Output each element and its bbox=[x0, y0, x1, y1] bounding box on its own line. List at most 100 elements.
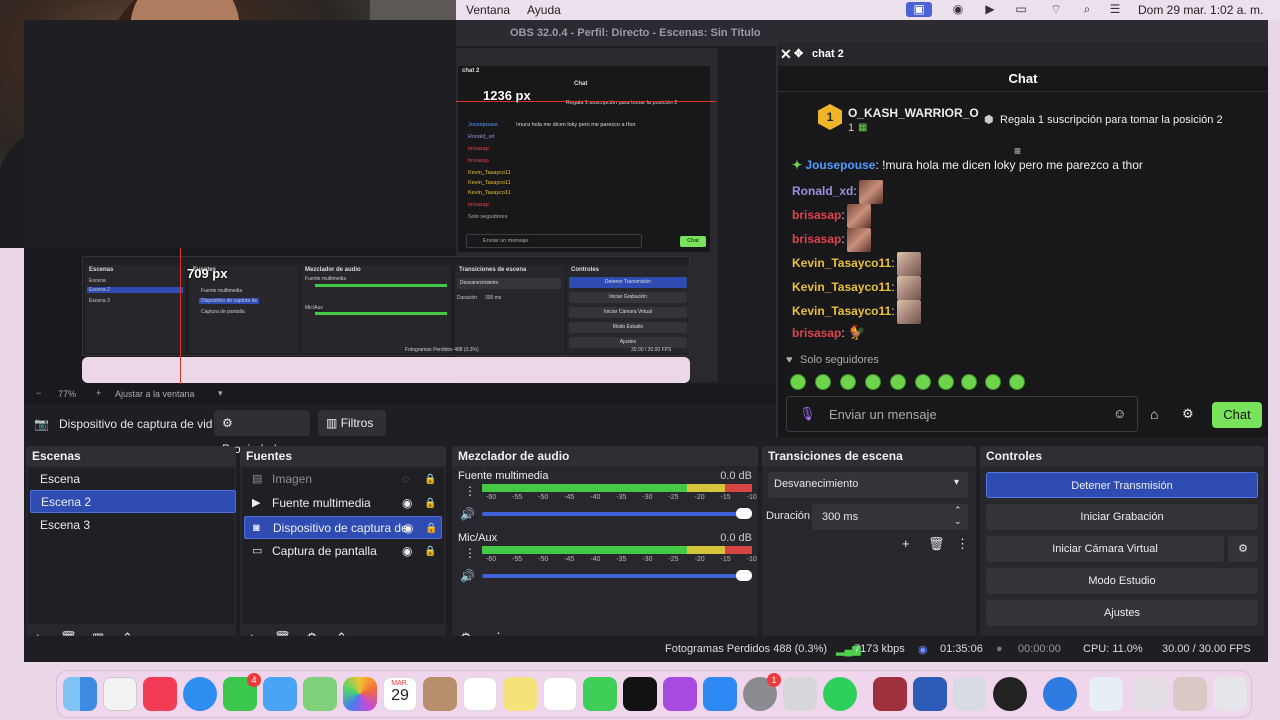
speaker-icon[interactable]: 🔊 bbox=[460, 507, 475, 521]
notes-icon[interactable] bbox=[503, 677, 537, 711]
finder-icon[interactable] bbox=[63, 677, 97, 711]
lock-icon[interactable]: 🔒 bbox=[424, 540, 436, 563]
screen-share-icon[interactable]: ▣ bbox=[906, 2, 932, 17]
battery-icon[interactable]: ▭ bbox=[1012, 2, 1030, 17]
podcasts-icon[interactable] bbox=[663, 677, 697, 711]
calendar-icon[interactable]: MAR. 29 bbox=[383, 677, 417, 711]
stepper-up-icon[interactable]: ⌃ bbox=[954, 505, 962, 516]
obs-icon[interactable] bbox=[993, 677, 1027, 711]
volume-slider[interactable] bbox=[482, 512, 750, 516]
transition-select[interactable]: Desvanecimiento ▾ bbox=[768, 472, 968, 498]
source-item-capture-device[interactable]: ◙ Dispositivo de captura de ◉ 🔒 bbox=[244, 516, 442, 539]
more-icon[interactable]: ⋮ bbox=[956, 536, 969, 552]
eye-hidden-icon[interactable]: ◌ bbox=[402, 468, 409, 491]
top-gifter-name[interactable]: O_KASH_WARRIOR_O bbox=[848, 106, 979, 120]
fit-window-label[interactable]: Ajustar a la ventana bbox=[115, 389, 195, 399]
volume-slider-knob[interactable] bbox=[736, 570, 752, 581]
menu-ventana[interactable]: Ventana bbox=[466, 3, 510, 17]
volume-slider-knob[interactable] bbox=[736, 508, 752, 519]
chat-username[interactable]: Kevin_Tasayco11 bbox=[792, 280, 891, 294]
virtual-camera-settings-button[interactable]: ⚙ bbox=[1228, 536, 1258, 562]
start-recording-button[interactable]: Iniciar Grabación bbox=[986, 504, 1258, 530]
facetime-icon[interactable] bbox=[583, 677, 617, 711]
lock-icon[interactable]: 🔒 bbox=[424, 468, 436, 491]
eye-icon[interactable]: ◉ bbox=[402, 540, 412, 563]
properties-button[interactable]: ⚙ Propiedades bbox=[214, 410, 310, 456]
zoom-in-icon[interactable]: + bbox=[96, 388, 101, 398]
menubar-datetime[interactable]: Dom 29 mar. 1:02 a. m. bbox=[1138, 3, 1263, 17]
start-virtual-camera-button[interactable]: Iniciar Cámara Virtual bbox=[986, 536, 1224, 562]
whatsapp-icon[interactable] bbox=[823, 677, 857, 711]
speaker-icon[interactable]: 🔊 bbox=[460, 569, 475, 583]
downloads-stack-icon[interactable] bbox=[1133, 677, 1167, 711]
wifi-icon[interactable]: ⌔ bbox=[1047, 2, 1065, 17]
word-icon[interactable] bbox=[913, 677, 947, 711]
scene-item[interactable]: Escena bbox=[30, 468, 236, 491]
trash-icon[interactable]: 🗑 bbox=[928, 536, 945, 552]
eye-icon[interactable]: ◉ bbox=[402, 492, 412, 515]
zoom-out-icon[interactable]: − bbox=[36, 388, 41, 398]
microphone-icon[interactable]: 🎙 bbox=[799, 406, 816, 422]
maps-icon[interactable] bbox=[303, 677, 337, 711]
add-icon[interactable]: + bbox=[902, 536, 910, 551]
emote-suggestion[interactable] bbox=[938, 374, 954, 390]
emote-suggestion[interactable] bbox=[840, 374, 856, 390]
control-center-icon[interactable]: ☰ bbox=[1106, 2, 1124, 17]
mail-icon[interactable] bbox=[263, 677, 297, 711]
search-icon[interactable]: ⌕ bbox=[1078, 2, 1096, 17]
studio-mode-button[interactable]: Modo Estudio bbox=[986, 568, 1258, 594]
launchpad-icon[interactable] bbox=[103, 677, 137, 711]
volume-slider[interactable] bbox=[482, 574, 750, 578]
more-icon[interactable]: ⋮ bbox=[464, 484, 476, 498]
preview-icon[interactable] bbox=[953, 677, 987, 711]
source-item-screen-capture[interactable]: ▭ Captura de pantalla ◉ 🔒 bbox=[244, 540, 442, 563]
screenshot-folder-icon[interactable] bbox=[1089, 677, 1123, 711]
safari-icon[interactable] bbox=[183, 677, 217, 711]
duration-field[interactable]: 300 ms ⌃ ⌄ bbox=[812, 504, 968, 530]
iphone-mirroring-icon[interactable] bbox=[783, 677, 817, 711]
close-icon[interactable]: ✕ bbox=[780, 42, 792, 66]
chat-username[interactable]: Ronald_xd bbox=[792, 184, 853, 198]
recent-files-icon[interactable] bbox=[1173, 677, 1207, 711]
lock-icon[interactable]: 🔒 bbox=[425, 517, 437, 540]
emote-suggestion[interactable] bbox=[1009, 374, 1025, 390]
emote-suggestion[interactable] bbox=[915, 374, 931, 390]
emote-suggestion[interactable] bbox=[961, 374, 977, 390]
filters-button[interactable]: ▥ Filtros bbox=[318, 410, 386, 436]
store-icon[interactable]: ⌂ bbox=[1150, 406, 1158, 422]
chevron-down-icon[interactable]: ▾ bbox=[218, 388, 223, 399]
trash-icon[interactable] bbox=[1213, 677, 1247, 711]
source-item-image[interactable]: ▤ Imagen ◌ 🔒 bbox=[244, 468, 442, 491]
music-icon[interactable] bbox=[143, 677, 177, 711]
chat-send-button[interactable]: Chat bbox=[1212, 402, 1262, 428]
app-store-icon[interactable] bbox=[703, 677, 737, 711]
emoji-icon[interactable]: ☺ bbox=[1113, 406, 1126, 421]
eye-icon[interactable]: ◉ bbox=[403, 517, 413, 540]
contacts-icon[interactable] bbox=[423, 677, 457, 711]
move-icon[interactable]: ✥ bbox=[794, 42, 803, 66]
stepper-down-icon[interactable]: ⌄ bbox=[954, 516, 962, 527]
apple-tv-icon[interactable] bbox=[623, 677, 657, 711]
photos-icon[interactable] bbox=[343, 677, 377, 711]
scene-item[interactable]: Escena 3 bbox=[30, 514, 236, 537]
gift-cta-text[interactable]: Regala 1 suscripción para tomar la posic… bbox=[1000, 114, 1223, 126]
stop-stream-button[interactable]: Detener Transmisión bbox=[986, 472, 1258, 498]
dictionary-icon[interactable] bbox=[873, 677, 907, 711]
gear-icon[interactable]: ⚙ bbox=[1182, 406, 1194, 422]
emote-suggestion[interactable] bbox=[890, 374, 906, 390]
scroll-indicator-icon[interactable]: ≡ bbox=[1014, 144, 1021, 158]
chat-username[interactable]: brisasap bbox=[792, 232, 841, 246]
settings-button[interactable]: Ajustes bbox=[986, 600, 1258, 626]
freeform-icon[interactable] bbox=[543, 677, 577, 711]
lock-icon[interactable]: 🔒 bbox=[424, 492, 436, 515]
play-icon[interactable]: ▶ bbox=[981, 2, 999, 17]
messages-icon[interactable]: 4 bbox=[223, 673, 261, 711]
system-settings-icon[interactable]: 1 bbox=[743, 673, 781, 711]
chat-username[interactable]: Kevin_Tasayco11 bbox=[792, 304, 891, 318]
globe-icon[interactable] bbox=[1043, 677, 1077, 711]
menu-ayuda[interactable]: Ayuda bbox=[527, 3, 561, 17]
more-icon[interactable]: ⋮ bbox=[464, 546, 476, 560]
chat-username[interactable]: Jousepouse bbox=[805, 158, 875, 172]
emote-suggestion[interactable] bbox=[790, 374, 806, 390]
obs-status-icon[interactable]: ◉ bbox=[949, 2, 967, 17]
